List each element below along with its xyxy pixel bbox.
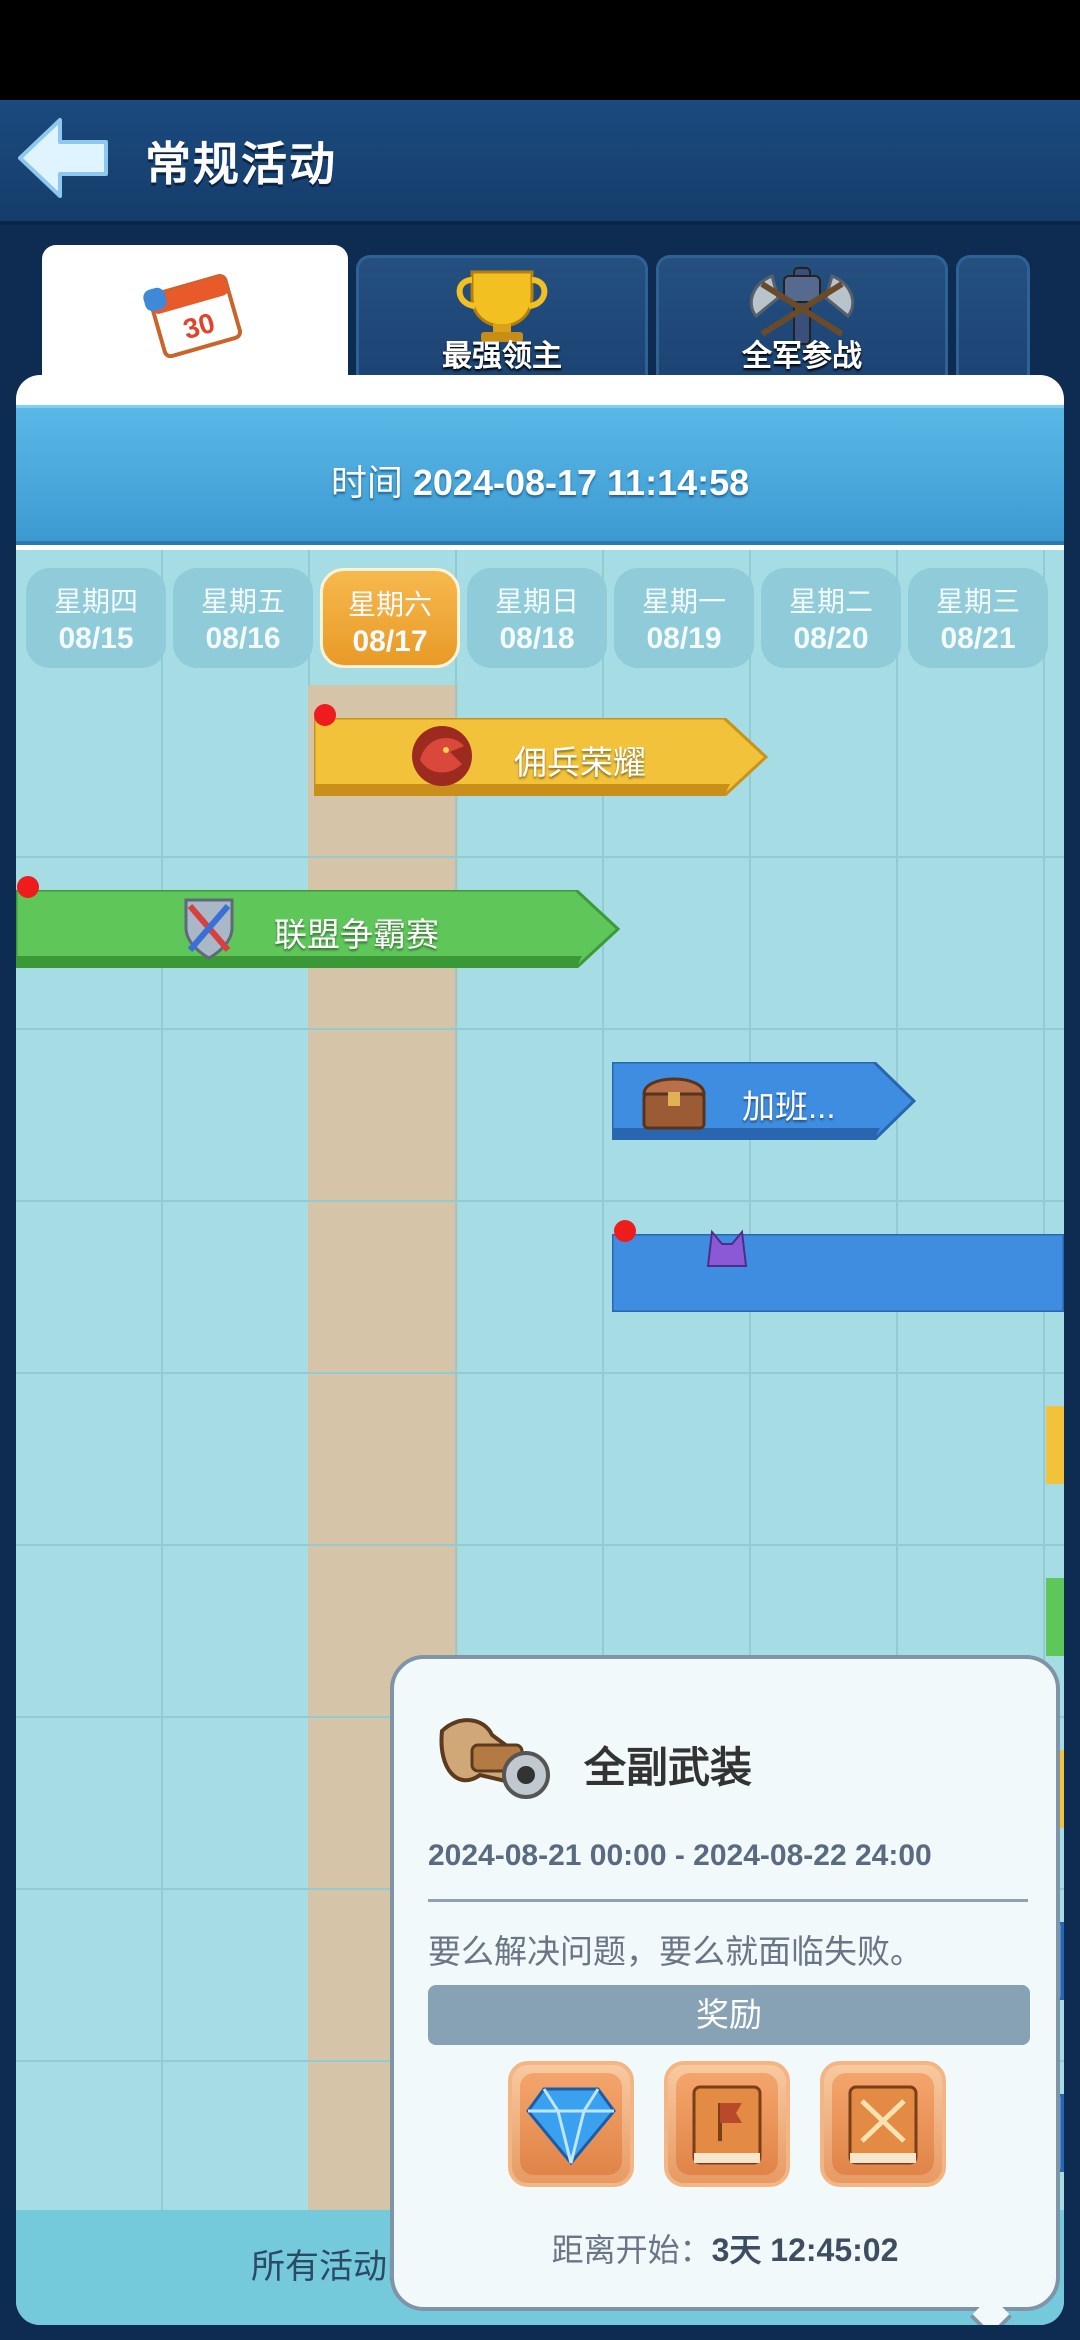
tab-label: 最强领主 <box>442 340 562 373</box>
event-label: 佣兵荣耀 <box>514 744 646 781</box>
event-bar-edge[interactable] <box>1046 1578 1064 1656</box>
app-root: 常规活动 30 最强领主 全军参战 时间 2024-08-17 11:14:58… <box>0 100 1080 2340</box>
flag-book-icon <box>692 2085 762 2165</box>
tab-more[interactable] <box>956 255 1030 379</box>
day-date: 08/15 <box>58 622 134 655</box>
calendar-icon: 30 <box>143 274 243 358</box>
day-pill[interactable]: 星期四 08/15 <box>26 568 166 668</box>
row-divider <box>16 856 1064 858</box>
row-divider <box>16 1200 1064 1202</box>
day-column <box>16 550 163 2210</box>
day-date: 08/21 <box>940 622 1016 655</box>
countdown-value: 3天 12:45:02 <box>711 2232 899 2268</box>
event-bar[interactable]: 联盟争霸赛 <box>16 876 620 968</box>
day-date: 08/20 <box>793 622 869 655</box>
day-date: 08/17 <box>352 625 428 658</box>
popup-title: 全副武装 <box>584 1744 753 1791</box>
day-weekday: 星期一 <box>641 586 726 617</box>
tab-calendar[interactable]: 30 <box>42 245 348 385</box>
crossbow-icon <box>439 1718 550 1799</box>
event-bar[interactable]: 佣兵荣耀 <box>314 704 768 796</box>
page-title: 常规活动 <box>145 138 337 190</box>
header-bar: 常规活动 <box>0 100 1080 225</box>
back-arrow-icon <box>18 118 108 198</box>
day-weekday: 星期六 <box>347 589 432 620</box>
row-divider <box>16 1544 1064 1546</box>
event-bar-shape <box>1046 1406 1064 1484</box>
day-weekday: 星期二 <box>788 586 873 617</box>
day-date: 08/19 <box>646 622 722 655</box>
tab-label: 全军参战 <box>742 340 862 373</box>
crossed-swords-shield-icon <box>184 898 234 960</box>
tab-all-army[interactable]: 全军参战 <box>656 255 948 379</box>
notification-dot <box>17 876 39 898</box>
tab-strongest-lord[interactable]: 最强领主 <box>356 255 648 379</box>
day-weekday: 星期日 <box>494 586 579 617</box>
purple-demon-icon <box>706 1229 748 1267</box>
notification-dot <box>614 1220 636 1242</box>
event-bar-edge[interactable] <box>1046 1406 1064 1484</box>
popup-description: 要么解决问题，要么就面临失败。 <box>428 1933 923 1970</box>
reward-header: 奖励 <box>428 1985 1030 2045</box>
event-bar[interactable] <box>612 1220 1064 1312</box>
event-label: 加班... <box>742 1088 836 1125</box>
time-label: 时间 <box>330 462 403 503</box>
content-panel: 时间 2024-08-17 11:14:58 星期四 08/15 星期五 08/… <box>16 375 1064 2325</box>
day-date: 08/16 <box>205 622 281 655</box>
back-button[interactable] <box>12 116 112 200</box>
tab-bar: 30 最强领主 全军参战 <box>0 245 1080 385</box>
reward-item[interactable] <box>664 2061 790 2187</box>
event-detail-popup: 全副武装 2024-08-21 00:00 - 2024-08-22 24:00… <box>390 1655 1060 2325</box>
time-banner: 时间 2024-08-17 11:14:58 <box>16 405 1064 545</box>
eagle-emblem-icon <box>412 726 472 786</box>
day-pill[interactable]: 星期五 08/16 <box>173 568 313 668</box>
countdown-label: 距离开始： <box>551 2232 712 2268</box>
popup-pointer <box>969 2295 1013 2325</box>
current-time: 时间 2024-08-17 11:14:58 <box>16 454 1064 506</box>
day-pill[interactable]: 星期三 08/21 <box>908 568 1048 668</box>
popup-time-range: 2024-08-21 00:00 - 2024-08-22 24:00 <box>428 1839 932 1872</box>
blue-diamond-icon <box>526 2087 616 2165</box>
countdown: 距离开始：3天 12:45:02 <box>394 2225 1056 2271</box>
day-column <box>163 550 310 2210</box>
event-bar-shape <box>1046 1578 1064 1656</box>
reward-item[interactable] <box>508 2061 634 2187</box>
sword-book-icon <box>848 2085 918 2165</box>
day-pill[interactable]: 星期日 08/18 <box>467 568 607 668</box>
day-pill[interactable]: 星期一 08/19 <box>614 568 754 668</box>
reward-item[interactable] <box>820 2061 946 2187</box>
event-label: 联盟争霸赛 <box>274 916 439 953</box>
popup-divider <box>428 1899 1028 1902</box>
day-weekday: 星期三 <box>935 586 1020 617</box>
status-bar <box>0 0 1080 100</box>
day-pill[interactable]: 星期二 08/20 <box>761 568 901 668</box>
day-pill-today[interactable]: 星期六 08/17 <box>320 568 460 668</box>
day-weekday: 星期五 <box>200 586 285 617</box>
treasure-chest-icon <box>642 1077 706 1130</box>
time-value: 2024-08-17 11:14:58 <box>412 462 750 503</box>
notification-dot <box>314 704 336 726</box>
day-date: 08/18 <box>499 622 575 655</box>
day-weekday: 星期四 <box>53 586 138 617</box>
event-bar[interactable]: 加班... <box>612 1062 916 1140</box>
row-divider <box>16 1028 1064 1030</box>
event-bar-shape <box>612 1234 1064 1312</box>
row-divider <box>16 1372 1064 1374</box>
